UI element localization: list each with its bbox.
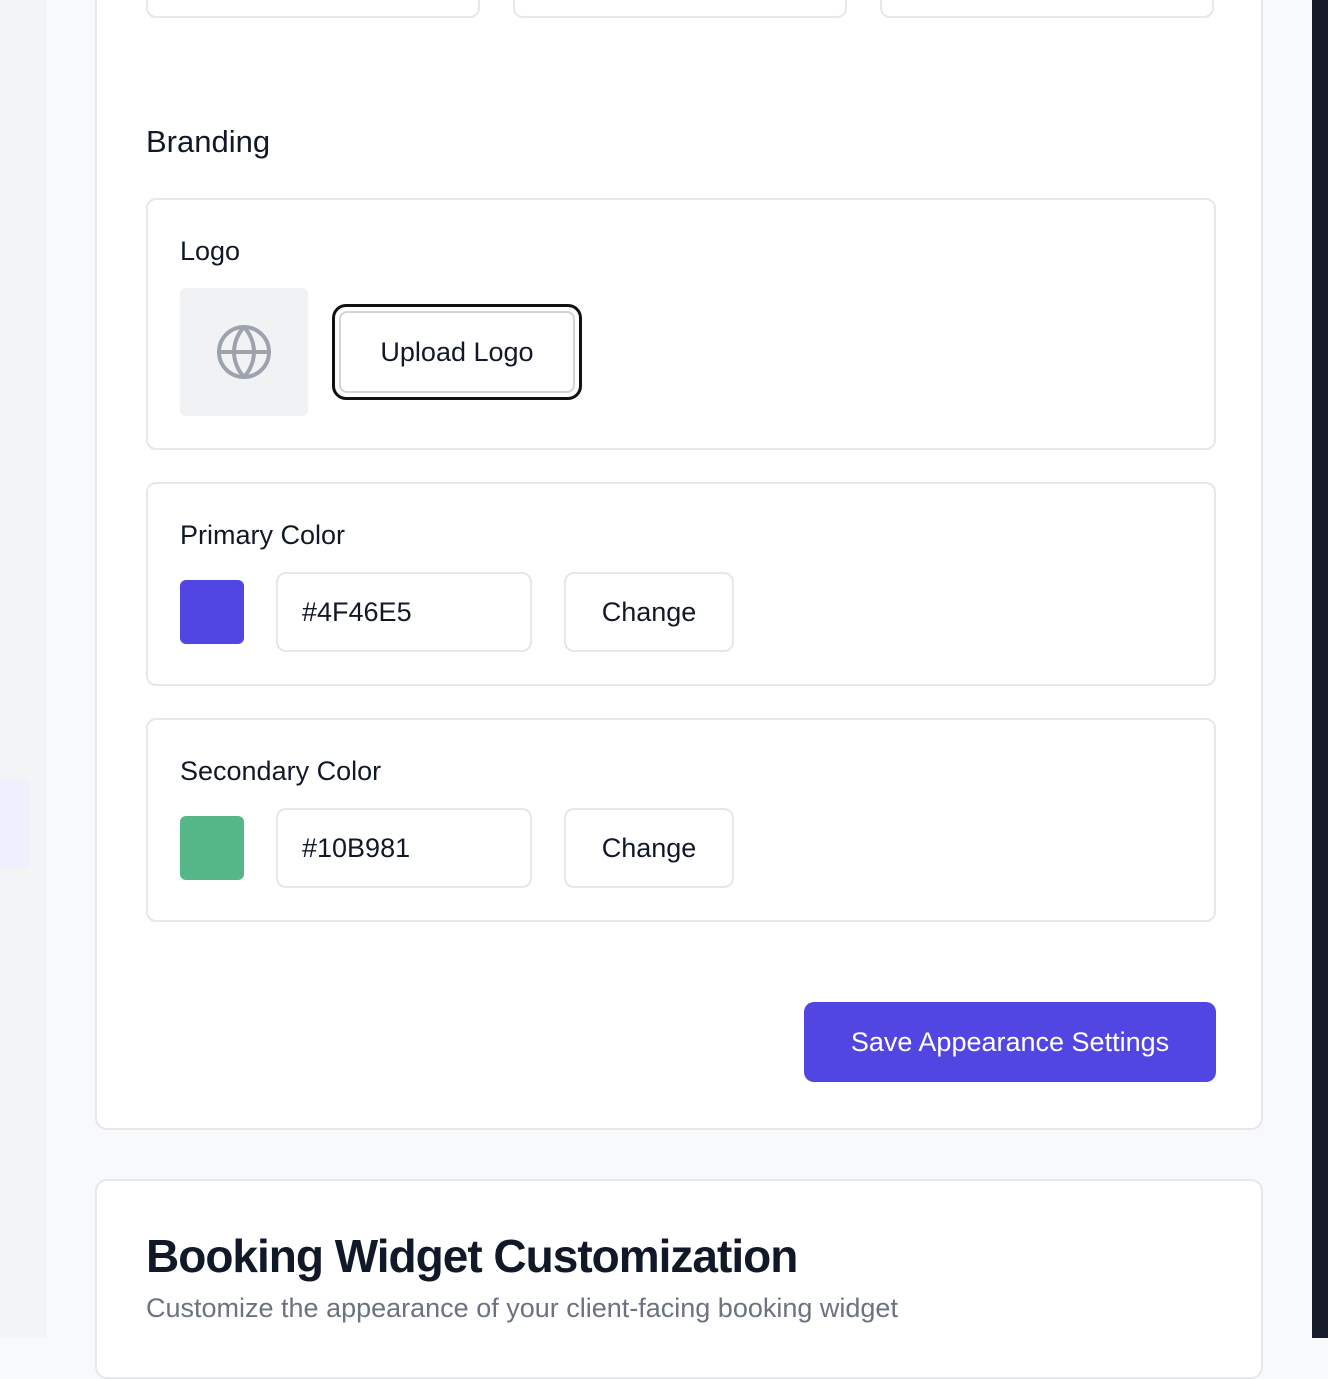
upload-logo-label: Upload Logo xyxy=(339,311,575,393)
branding-heading: Branding xyxy=(146,124,271,159)
booking-widget-title: Booking Widget Customization xyxy=(146,1230,798,1282)
option-card-1[interactable] xyxy=(146,0,480,18)
primary-color-swatch[interactable] xyxy=(180,580,244,644)
left-rail xyxy=(0,0,46,1338)
upload-logo-button[interactable]: Upload Logo xyxy=(332,304,582,400)
left-rail-active-tab[interactable] xyxy=(0,780,30,868)
globe-icon xyxy=(217,325,271,379)
primary-color-change-button[interactable]: Change xyxy=(564,572,734,652)
save-appearance-settings-button[interactable]: Save Appearance Settings xyxy=(804,1002,1216,1082)
appearance-settings-card: Branding Logo Upload Logo Primary Color … xyxy=(95,0,1263,1130)
secondary-color-label: Secondary Color xyxy=(180,756,382,786)
logo-placeholder xyxy=(180,288,308,416)
secondary-color-panel: Secondary Color Change xyxy=(146,718,1216,922)
logo-label: Logo xyxy=(180,236,241,266)
logo-panel: Logo Upload Logo xyxy=(146,198,1216,450)
option-card-2[interactable] xyxy=(513,0,847,18)
right-edge-panel xyxy=(1312,0,1328,1338)
primary-color-panel: Primary Color Change xyxy=(146,482,1216,686)
primary-color-label: Primary Color xyxy=(180,520,346,550)
booking-widget-card: Booking Widget Customization Customize t… xyxy=(95,1179,1263,1379)
secondary-color-input[interactable] xyxy=(276,808,532,888)
option-card-3[interactable] xyxy=(880,0,1214,18)
secondary-color-change-button[interactable]: Change xyxy=(564,808,734,888)
primary-color-input[interactable] xyxy=(276,572,532,652)
secondary-color-swatch[interactable] xyxy=(180,816,244,880)
booking-widget-subtitle: Customize the appearance of your client-… xyxy=(146,1293,898,1323)
